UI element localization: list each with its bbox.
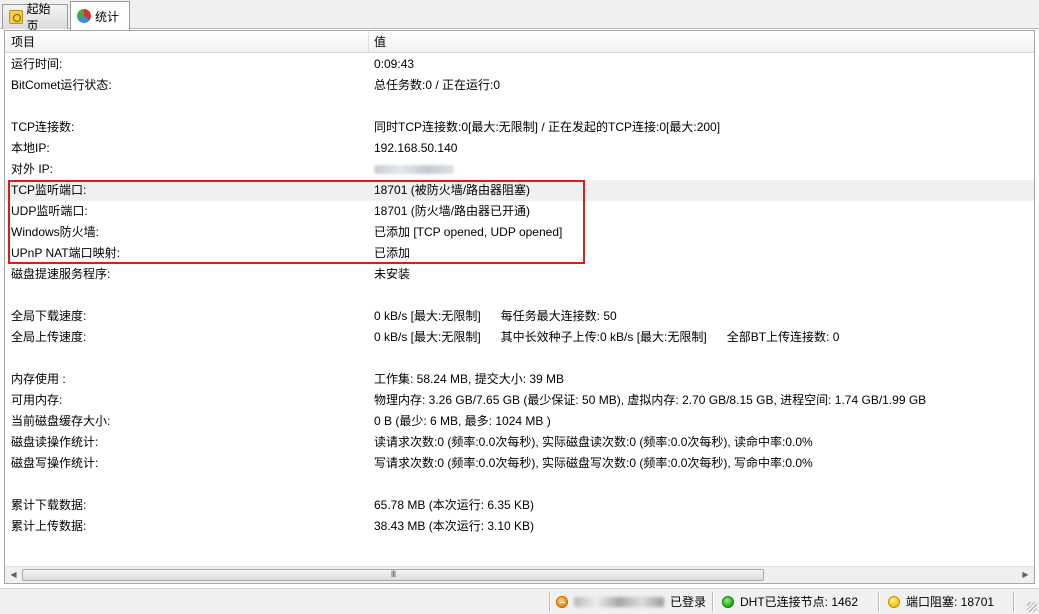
item-value: 38.43 MB (本次运行: 3.10 KB) — [374, 519, 535, 533]
status-bar: 已登录 DHT已连接节点: 1462 端口阻塞: 18701 — [0, 588, 1039, 614]
status-separator — [549, 592, 550, 612]
list-item-empty[interactable] — [5, 96, 1034, 117]
port-status-icon — [888, 596, 900, 608]
item-key: BitComet运行状态: — [11, 78, 112, 92]
tab-label: 起始页 — [26, 2, 51, 33]
item-value: 65.78 MB (本次运行: 6.35 KB) — [374, 498, 535, 512]
scrollbar-grip: III — [390, 569, 396, 579]
list-item[interactable]: 对外 IP: — [5, 159, 1034, 180]
dht-status-icon — [722, 596, 734, 608]
list-item[interactable]: 全局上传速度: 0 kB/s [最大:无限制] 其中长效种子上传:0 kB/s [… — [5, 327, 1034, 348]
status-separator — [1013, 592, 1014, 612]
item-value-redacted — [374, 159, 454, 180]
item-key: 全局下载速度: — [11, 309, 87, 323]
list-item-selected[interactable]: TCP监听端口: 18701 (被防火墙/路由器阻塞) — [5, 180, 1034, 201]
item-value: 0 B (最少: 6 MB, 最多: 1024 MB ) — [374, 414, 551, 428]
item-key: Windows防火墙: — [11, 225, 100, 239]
item-key: 累计上传数据: — [11, 519, 87, 533]
list-header: 项目 值 — [5, 31, 1034, 53]
list-item[interactable]: TCP连接数: 同时TCP连接数:0[最大:无限制] / 正在发起的TCP连接:0… — [5, 117, 1034, 138]
status-separator — [712, 592, 713, 612]
item-key: TCP监听端口: — [11, 183, 87, 197]
item-key: 累计下载数据: — [11, 498, 87, 512]
list-item[interactable]: 当前磁盘缓存大小: 0 B (最少: 6 MB, 最多: 1024 MB ) — [5, 411, 1034, 432]
item-key: 可用内存: — [11, 393, 63, 407]
list-item[interactable]: 累计下载数据: 65.78 MB (本次运行: 6.35 KB) — [5, 495, 1034, 516]
item-key: UPnP NAT端口映射: — [11, 246, 120, 260]
item-value: 已添加 [TCP opened, UDP opened] — [374, 225, 563, 239]
status-port[interactable]: 端口阻塞: 18701 — [888, 589, 994, 614]
item-key: 本地IP: — [11, 141, 50, 155]
column-header-value[interactable]: 值 — [369, 31, 1034, 53]
dht-status-text: DHT已连接节点: 1462 — [740, 595, 859, 609]
statistics-list: 项目 值 运行时间: 0:09:43 BitComet运行状态: 总任务数:0 / … — [4, 30, 1035, 584]
item-value: 192.168.50.140 — [374, 141, 458, 155]
scroll-right-arrow-icon[interactable]: ▶ — [1017, 567, 1034, 583]
column-header-item[interactable]: 项目 — [5, 31, 369, 53]
tab-statistics[interactable]: 统计 — [70, 1, 130, 30]
home-page-icon — [9, 10, 23, 24]
list-item-empty[interactable] — [5, 285, 1034, 306]
list-item[interactable]: 可用内存: 物理内存: 3.26 GB/7.65 GB (最少保证: 50 MB)… — [5, 390, 1034, 411]
list-item[interactable]: 运行时间: 0:09:43 — [5, 54, 1034, 75]
redacted-username — [574, 597, 664, 607]
list-item[interactable]: 磁盘读操作统计: 读请求次数:0 (频率:0.0次每秒), 实际磁盘读次数:0 (… — [5, 432, 1034, 453]
list-item-empty[interactable] — [5, 474, 1034, 495]
item-value: 写请求次数:0 (频率:0.0次每秒), 实际磁盘写次数:0 (频率:0.0次每… — [374, 456, 813, 470]
item-value: 18701 (被防火墙/路由器阻塞) — [374, 183, 531, 197]
list-item[interactable]: Windows防火墙: 已添加 [TCP opened, UDP opened] — [5, 222, 1034, 243]
tab-start-page[interactable]: 起始页 — [2, 2, 68, 33]
item-key: 运行时间: — [11, 57, 63, 71]
item-value: 已添加 — [374, 246, 411, 260]
item-key: 磁盘提速服务程序: — [11, 267, 111, 281]
item-value: 0:09:43 — [374, 57, 415, 71]
scrollbar-thumb[interactable]: III — [22, 569, 764, 581]
login-status-text: 已登录 — [670, 595, 707, 609]
item-value: 物理内存: 3.26 GB/7.65 GB (最少保证: 50 MB), 虚拟内… — [374, 393, 927, 407]
item-key: 全局上传速度: — [11, 330, 87, 344]
list-item[interactable]: 全局下载速度: 0 kB/s [最大:无限制] 每任务最大连接数: 50 — [5, 306, 1034, 327]
list-item[interactable]: 磁盘提速服务程序: 未安装 — [5, 264, 1034, 285]
item-value: 未安装 — [374, 267, 411, 281]
redacted-ip — [374, 165, 454, 175]
item-key: 内存使用 : — [11, 372, 66, 386]
list-item[interactable]: 累计上传数据: 38.43 MB (本次运行: 3.10 KB) — [5, 516, 1034, 537]
tab-label: 统计 — [95, 9, 120, 24]
item-value: 0 kB/s [最大:无限制] 其中长效种子上传:0 kB/s [最大:无限制]… — [374, 330, 840, 344]
list-item[interactable]: UDP监听端口: 18701 (防火墙/路由器已开通) — [5, 201, 1034, 222]
resize-grip-icon[interactable] — [1027, 602, 1037, 612]
list-item[interactable]: BitComet运行状态: 总任务数:0 / 正在运行:0 — [5, 75, 1034, 96]
item-key: TCP连接数: — [11, 120, 75, 134]
list-item[interactable]: 内存使用 : 工作集: 58.24 MB, 提交大小: 39 MB — [5, 369, 1034, 390]
item-value: 同时TCP连接数:0[最大:无限制] / 正在发起的TCP连接:0[最大:200… — [374, 120, 721, 134]
status-dht[interactable]: DHT已连接节点: 1462 — [722, 589, 858, 614]
status-separator — [878, 592, 879, 612]
list-item[interactable]: 本地IP: 192.168.50.140 — [5, 138, 1034, 159]
port-status-text: 端口阻塞: 18701 — [906, 595, 995, 609]
list-item[interactable]: 磁盘写操作统计: 写请求次数:0 (频率:0.0次每秒), 实际磁盘写次数:0 (… — [5, 453, 1034, 474]
horizontal-scrollbar[interactable]: ◀ III ▶ — [5, 566, 1034, 583]
item-value: 总任务数:0 / 正在运行:0 — [374, 78, 501, 92]
statistics-icon — [77, 9, 91, 23]
list-item[interactable]: UPnP NAT端口映射: 已添加 — [5, 243, 1034, 264]
item-key: UDP监听端口: — [11, 204, 88, 218]
scroll-left-arrow-icon[interactable]: ◀ — [5, 567, 22, 583]
list-rows: 运行时间: 0:09:43 BitComet运行状态: 总任务数:0 / 正在运行:… — [5, 54, 1034, 537]
tab-bar: 起始页 统计 — [0, 0, 1039, 33]
status-login[interactable]: 已登录 — [556, 589, 706, 614]
item-key: 磁盘读操作统计: — [11, 435, 99, 449]
item-key: 当前磁盘缓存大小: — [11, 414, 111, 428]
item-value: 18701 (防火墙/路由器已开通) — [374, 204, 531, 218]
item-value: 0 kB/s [最大:无限制] 每任务最大连接数: 50 — [374, 309, 617, 323]
item-value: 工作集: 58.24 MB, 提交大小: 39 MB — [374, 372, 565, 386]
user-status-icon — [556, 596, 568, 608]
item-value: 读请求次数:0 (频率:0.0次每秒), 实际磁盘读次数:0 (频率:0.0次每… — [374, 435, 813, 449]
item-key: 磁盘写操作统计: — [11, 456, 99, 470]
item-key: 对外 IP: — [11, 162, 54, 176]
list-item-empty[interactable] — [5, 348, 1034, 369]
